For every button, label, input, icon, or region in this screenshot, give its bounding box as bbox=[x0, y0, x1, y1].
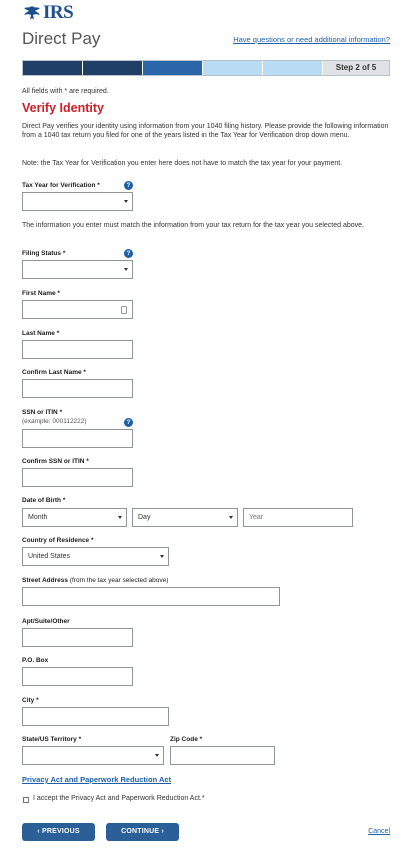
po-box-label: P.O. Box bbox=[22, 657, 49, 664]
irs-logo[interactable]: IRS bbox=[22, 2, 74, 23]
chevron-down-icon bbox=[229, 516, 233, 519]
required-note: All fields with * are required. bbox=[22, 88, 109, 95]
state-select[interactable] bbox=[22, 746, 164, 765]
accept-label: I accept the Privacy Act and Paperwork R… bbox=[33, 795, 205, 802]
progress-bar: Step 2 of 5 bbox=[22, 60, 390, 76]
confirm-ssn-input[interactable] bbox=[22, 468, 133, 487]
chevron-down-icon bbox=[124, 268, 128, 271]
progress-segment-5 bbox=[263, 61, 323, 75]
confirm-last-name-label: Confirm Last Name * bbox=[22, 369, 86, 376]
city-input[interactable] bbox=[22, 707, 169, 726]
state-label: State/US Territory * bbox=[22, 736, 82, 743]
cancel-link[interactable]: Cancel bbox=[368, 828, 390, 835]
filing-status-select[interactable] bbox=[22, 260, 133, 279]
accept-checkbox[interactable] bbox=[23, 797, 29, 803]
chevron-down-icon bbox=[160, 555, 164, 558]
tax-year-label: Tax Year for Verification * bbox=[22, 182, 100, 189]
tax-year-select[interactable] bbox=[22, 192, 133, 211]
apt-input[interactable] bbox=[22, 628, 133, 647]
confirm-last-name-input[interactable] bbox=[22, 379, 133, 398]
eagle-icon bbox=[24, 6, 40, 20]
app-title: Direct Pay bbox=[22, 29, 101, 48]
continue-button[interactable]: CONTINUE › bbox=[106, 823, 179, 841]
logo-text: IRS bbox=[43, 2, 74, 23]
progress-segment-4 bbox=[203, 61, 263, 75]
dob-month-select[interactable]: Month bbox=[22, 508, 127, 527]
first-name-input[interactable] bbox=[22, 300, 133, 319]
country-label: Country of Residence * bbox=[22, 537, 94, 544]
ssn-help-icon[interactable]: ? bbox=[124, 418, 133, 427]
chevron-down-icon bbox=[155, 754, 159, 757]
last-name-input[interactable] bbox=[22, 340, 133, 359]
zip-label: Zip Code * bbox=[170, 736, 203, 743]
street-label: Street Address (from the tax year select… bbox=[22, 577, 169, 584]
privacy-act-link[interactable]: Privacy Act and Paperwork Reduction Act bbox=[22, 775, 171, 784]
dob-day-select[interactable]: Day bbox=[132, 508, 238, 527]
note-text: Note: the Tax Year for Verification you … bbox=[22, 160, 343, 167]
progress-segment-2 bbox=[83, 61, 143, 75]
chevron-down-icon bbox=[124, 200, 128, 203]
apt-label: Apt/Suite/Other bbox=[22, 618, 70, 625]
filing-status-label: Filing Status * bbox=[22, 250, 66, 257]
intro-text: Direct Pay verifies your identity using … bbox=[22, 123, 389, 139]
tax-year-help-icon[interactable]: ? bbox=[124, 181, 133, 190]
chevron-right-icon: › bbox=[161, 828, 164, 835]
chevron-down-icon bbox=[118, 516, 122, 519]
section-title: Verify Identity bbox=[22, 101, 104, 115]
autofill-icon bbox=[121, 306, 127, 314]
dob-year-input[interactable]: Year bbox=[243, 508, 353, 527]
progress-segment-1 bbox=[23, 61, 83, 75]
last-name-label: Last Name * bbox=[22, 330, 60, 337]
dob-label: Date of Birth * bbox=[22, 497, 66, 504]
ssn-label: SSN or ITIN * bbox=[22, 409, 63, 416]
step-label: Step 2 of 5 bbox=[323, 61, 389, 75]
progress-segment-3 bbox=[143, 61, 203, 75]
chevron-left-icon: ‹ bbox=[37, 828, 40, 835]
street-input[interactable] bbox=[22, 587, 280, 606]
zip-input[interactable] bbox=[170, 746, 275, 765]
first-name-label: First Name * bbox=[22, 290, 60, 297]
previous-button[interactable]: ‹ PREVIOUS bbox=[22, 823, 95, 841]
match-note: The information you enter must match the… bbox=[22, 222, 364, 229]
filing-status-help-icon[interactable]: ? bbox=[124, 249, 133, 258]
city-label: City * bbox=[22, 697, 39, 704]
ssn-input[interactable] bbox=[22, 429, 133, 448]
ssn-example: (example: 000112222) bbox=[22, 418, 87, 425]
confirm-ssn-label: Confirm SSN or ITIN * bbox=[22, 458, 89, 465]
po-box-input[interactable] bbox=[22, 667, 133, 686]
help-link[interactable]: Have questions or need additional inform… bbox=[233, 35, 390, 44]
country-select[interactable]: United States bbox=[22, 547, 169, 566]
